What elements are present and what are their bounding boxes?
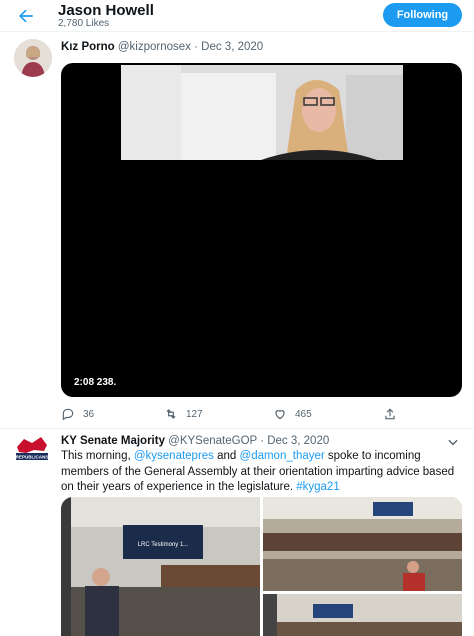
meeting-photo: LRC Testimony 1...	[61, 497, 260, 636]
following-button[interactable]: Following	[383, 3, 462, 27]
screen-text: LRC Testimony 1...	[138, 542, 189, 548]
share-icon	[385, 408, 395, 420]
like-button[interactable]: 465	[273, 405, 312, 423]
avatar[interactable]: REPUBLICANS	[14, 433, 50, 467]
more-options-button[interactable]	[446, 435, 460, 449]
tweet-text-segment: and	[213, 450, 240, 462]
back-button[interactable]	[16, 6, 36, 26]
arrow-left-icon	[19, 9, 33, 23]
reply-button[interactable]: 36	[61, 405, 94, 423]
likes-count: 2,780 Likes	[58, 18, 110, 29]
author-name[interactable]: KY Senate Majority	[61, 435, 165, 447]
mention-link[interactable]: @damon_thayer	[240, 450, 325, 462]
hashtag-link[interactable]: #kyga21	[296, 481, 339, 493]
retweet-button[interactable]: 127	[164, 405, 203, 423]
video-frame	[121, 65, 403, 160]
tweet-header: KY Senate Majority @KYSenateGOP · Dec 3,…	[61, 435, 329, 447]
like-count: 465	[295, 408, 312, 420]
media-image[interactable]: LRC Testimony 1...	[61, 497, 260, 636]
tweet-text-segment: This morning,	[61, 450, 134, 462]
tweet-text: This morning, @kysenatepres and @damon_t…	[61, 449, 461, 496]
tweet-date[interactable]: · Dec 3, 2020	[194, 41, 263, 53]
tweet-date[interactable]: · Dec 3, 2020	[260, 435, 329, 447]
reply-icon	[62, 408, 74, 421]
media-grid: LRC Testimony 1...	[61, 497, 462, 636]
mention-link[interactable]: @kysenatepres	[134, 450, 214, 462]
author-name[interactable]: Kız Porno	[61, 41, 115, 53]
profile-header: Jason Howell 2,780 Likes Following	[0, 0, 474, 32]
avatar-image	[14, 39, 52, 77]
reply-count: 36	[83, 408, 95, 420]
author-handle[interactable]: @kizpornosex	[118, 41, 191, 53]
page-title: Jason Howell	[58, 2, 154, 19]
media-image[interactable]	[263, 594, 462, 636]
share-button[interactable]	[383, 405, 397, 423]
video-player[interactable]: 2:08 238.	[61, 63, 462, 397]
tweet-actions: 36 127 465	[0, 405, 474, 423]
republicans-logo: REPUBLICANS	[16, 437, 49, 460]
chevron-down-icon	[448, 439, 458, 446]
tweet[interactable]: Kız Porno @kizpornosex · Dec 3, 2020 2:0…	[0, 32, 474, 429]
retweet-icon	[166, 409, 176, 419]
heart-icon	[275, 410, 285, 420]
tweet-header: Kız Porno @kizpornosex · Dec 3, 2020	[61, 41, 263, 53]
meeting-photo	[263, 594, 462, 636]
author-handle[interactable]: @KYSenateGOP	[168, 435, 257, 447]
video-thumbnail	[121, 65, 403, 160]
media-image[interactable]	[263, 497, 462, 591]
retweet-count: 127	[186, 408, 203, 420]
avatar[interactable]	[14, 39, 52, 77]
avatar-label: REPUBLICANS	[16, 455, 49, 460]
video-timestamp: 2:08 238.	[74, 377, 117, 388]
meeting-photo	[263, 497, 462, 591]
